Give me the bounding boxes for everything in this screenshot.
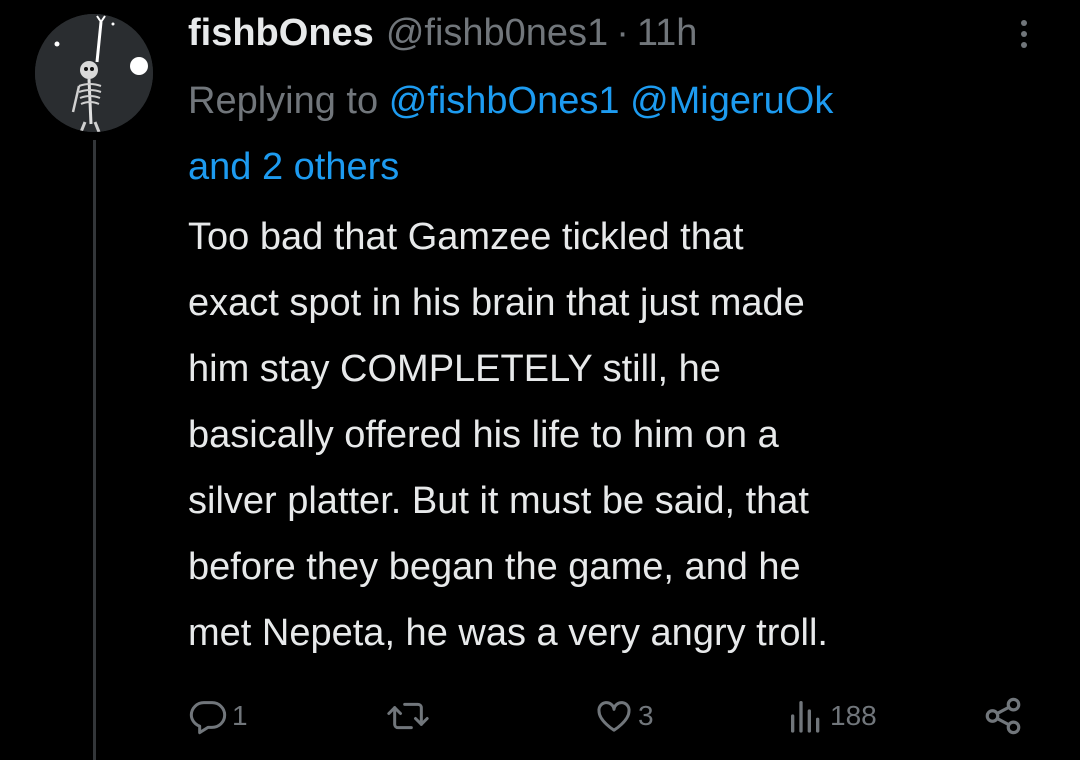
tweet-text-line: met Nepeta, he was a very angry troll.	[188, 612, 828, 654]
reply-context: Replying to @fishbOnes1 @MigeruOk and 2 …	[188, 68, 1048, 200]
views-icon	[791, 701, 820, 733]
views-count: 188	[830, 700, 877, 731]
tweet-text: Too bad that Gamzee tickled that exact s…	[188, 204, 1048, 666]
header-separator: ·	[616, 12, 629, 54]
views-button[interactable]: 188	[786, 690, 877, 742]
avatar[interactable]	[35, 14, 153, 132]
tweet-actions-bar: 1 3 188	[188, 690, 1038, 742]
tweet-text-line: exact spot in his brain that just made	[188, 282, 805, 324]
reply-context-prefix: Replying to	[188, 80, 379, 122]
skeleton-avatar-icon	[35, 14, 153, 132]
like-button[interactable]: 3	[594, 690, 654, 742]
tweet-text-line: Too bad that Gamzee tickled that	[188, 216, 744, 258]
tweet-text-line: him stay COMPLETELY still, he	[188, 348, 721, 390]
tweet-text-line: before they began the game, and he	[188, 546, 801, 588]
tweet-timestamp[interactable]: 11h	[637, 4, 698, 62]
reply-icon	[189, 701, 227, 735]
mention-link[interactable]: @MigeruOk	[630, 80, 833, 122]
mention-link[interactable]: @fishbOnes1	[389, 80, 620, 122]
reply-button[interactable]: 1	[188, 690, 248, 742]
more-options-button[interactable]	[1004, 12, 1044, 56]
retweet-button[interactable]	[386, 690, 434, 742]
thread-line	[93, 140, 96, 760]
author-handle[interactable]: @fishb0nes1	[386, 4, 608, 62]
more-icon-dot	[1021, 31, 1027, 37]
author-display-name[interactable]: fishbOnes	[188, 4, 374, 62]
retweet-icon	[387, 702, 429, 730]
heart-icon	[597, 701, 631, 732]
tweet-text-line: silver platter. But it must be said, tha…	[188, 480, 809, 522]
reply-count: 1	[232, 700, 248, 731]
others-link[interactable]: and 2 others	[188, 146, 399, 188]
more-icon-dot	[1021, 42, 1027, 48]
more-icon	[1021, 20, 1027, 26]
tweet-header: fishbOnes @fishb0nes1 · 11h	[188, 4, 697, 62]
share-button[interactable]	[982, 690, 1024, 742]
share-icon	[985, 697, 1021, 735]
tweet-text-line: basically offered his life to him on a	[188, 414, 779, 456]
like-count: 3	[638, 700, 654, 731]
